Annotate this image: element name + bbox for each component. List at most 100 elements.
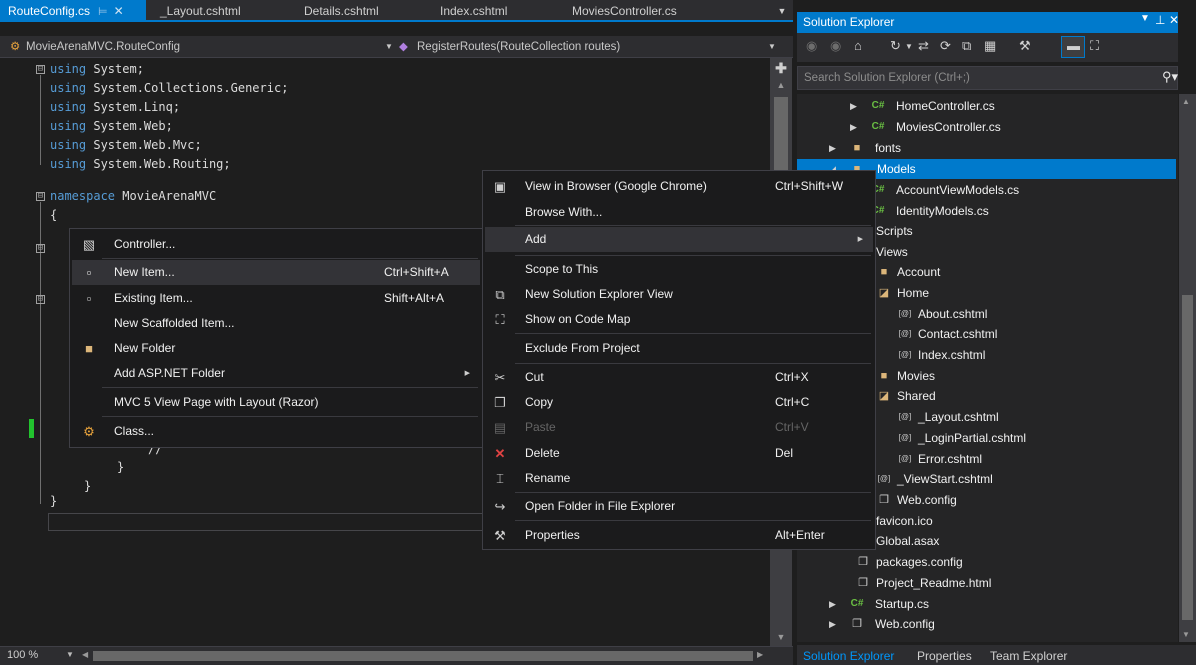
expand-icon[interactable]: ▶ [829,594,836,614]
menu-item-rename[interactable]: ⌶ Rename [485,466,873,491]
expand-icon[interactable]: ▶ [829,614,836,634]
tree-item[interactable]: C# IdentityModels.cs [850,201,1170,221]
member-combo[interactable]: RegisterRoutes(RouteCollection routes) [417,38,620,56]
tree-item[interactable]: Views [876,242,1170,262]
horizontal-scrollbar-thumb[interactable] [93,651,753,661]
tab-label: Index.cshtml [440,4,508,18]
tree-item[interactable]: [@] _ViewStart.cshtml [876,469,1170,489]
scroll-left-icon[interactable]: ◀ [82,650,88,659]
tree-item[interactable]: ▶ ■ fonts [829,138,1170,158]
home-icon[interactable]: ⌂ [854,38,862,53]
scroll-right-icon[interactable]: ▶ [757,650,763,659]
pin-icon[interactable]: ⊥ [1155,13,1165,27]
split-window-icon[interactable]: ✚ [770,60,792,77]
pending-changes-icon[interactable]: ⇄ [918,38,929,54]
menu-item-cut[interactable]: ✂ Cut Ctrl+X [485,365,873,390]
collapse-all-icon[interactable]: ⧉ [962,38,971,54]
menu-item-new-scaffolded-item[interactable]: New Scaffolded Item... [72,311,480,336]
tab-routeconfig[interactable]: RouteConfig.cs ⊨ ✕ [0,0,146,22]
tab-properties[interactable]: Properties [917,649,972,663]
scroll-down-icon[interactable]: ▼ [770,632,792,642]
tree-item[interactable]: Scripts [876,221,1170,241]
tree-item[interactable]: [@] About.cshtml [897,304,1170,324]
tree-item[interactable]: [@] Error.cshtml [897,449,1170,469]
refresh-icon[interactable]: ⟳ [940,38,951,54]
tree-item[interactable]: ■ Movies [876,366,1170,386]
chevron-down-icon[interactable]: ▼ [905,42,913,51]
tree-item[interactable]: ▶ C# HomeController.cs [850,96,1170,116]
menu-item-controller[interactable]: ▧ Controller... [72,232,480,257]
back-icon[interactable]: ◉ [806,38,817,54]
tab-index[interactable]: Index.cshtml [432,0,507,22]
code-map-icon[interactable]: ⛶ [1090,38,1099,54]
tree-item[interactable]: C# AccountViewModels.cs [850,180,1170,200]
tree-item[interactable]: ◪ Shared [876,386,1170,406]
tree-item[interactable]: ◪ Home [876,283,1170,303]
menu-item-add[interactable]: Add ▶ [485,227,873,252]
menu-item-show-on-code-map[interactable]: ⛶ Show on Code Map [485,307,873,332]
expand-icon[interactable]: ▶ [850,96,857,116]
tab-team-explorer[interactable]: Team Explorer [990,649,1067,663]
preview-icon[interactable]: ▬ [1067,38,1080,53]
menu-item-new-solution-explorer-view[interactable]: ⧉ New Solution Explorer View [485,282,873,307]
tree-item[interactable]: ■ Account [876,262,1170,282]
expand-icon[interactable]: ▶ [829,138,836,158]
search-input[interactable]: Search Solution Explorer (Ctrl+;) [804,72,970,84]
menu-item-exclude-from-project[interactable]: Exclude From Project [485,336,873,361]
menu-item-add-aspnet-folder[interactable]: Add ASP.NET Folder ▶ [72,361,480,386]
menu-item-class[interactable]: ⚙ Class... [72,419,480,444]
chevron-down-icon[interactable]: ▼ [385,38,393,56]
scrollbar-thumb[interactable] [774,97,788,175]
menu-item-browse-with[interactable]: Browse With... [485,200,873,225]
tab-details[interactable]: Details.cshtml [296,0,379,22]
menu-item-delete[interactable]: ✕ Delete Del [485,441,873,466]
collapse-icon[interactable]: ⊟ [36,244,45,253]
menu-item-mvc5-view-page[interactable]: MVC 5 View Page with Layout (Razor) [72,390,480,415]
menu-item-properties[interactable]: ⚒ Properties Alt+Enter [485,523,873,548]
wrench-icon[interactable]: ⚒ [1019,38,1031,54]
tab-moviescontroller[interactable]: MoviesController.cs [564,0,677,22]
tab-solution-explorer[interactable]: Solution Explorer [803,649,894,663]
close-icon[interactable]: ✕ [114,4,124,18]
pin-icon[interactable]: ⊨ [98,6,108,18]
scroll-up-icon[interactable]: ▲ [1182,97,1190,106]
tree-item[interactable]: ❐ Web.config [876,490,1170,510]
forward-icon[interactable]: ◉ [830,38,841,54]
scroll-down-icon[interactable]: ▼ [1182,630,1190,639]
chevron-down-icon[interactable]: ▼ [774,0,790,22]
scrollbar-thumb[interactable] [1182,295,1193,620]
tree-item[interactable]: favicon.ico [876,511,1170,531]
zoom-level[interactable]: 100 % [7,649,38,661]
collapse-icon[interactable]: ⊟ [36,295,45,304]
search-icon[interactable]: ⚲▾ [1162,69,1178,85]
menu-item-scope-to-this[interactable]: Scope to This [485,257,873,282]
menu-item-new-folder[interactable]: ■ New Folder [72,336,480,361]
window-position-icon[interactable]: ▼ [1140,13,1150,24]
collapse-icon[interactable]: ⊟ [36,192,45,201]
chevron-down-icon[interactable]: ▼ [768,38,776,56]
menu-item-new-item[interactable]: ▫ New Item... Ctrl+Shift+A [72,260,480,285]
class-combo[interactable]: MovieArenaMVC.RouteConfig [26,38,180,56]
tree-item[interactable]: [@] Contact.cshtml [897,324,1170,344]
menu-item-open-folder[interactable]: ↪ Open Folder in File Explorer [485,494,873,519]
close-icon[interactable]: ✕ [1169,13,1179,27]
tree-item[interactable]: ❐ packages.config [855,552,1170,572]
expand-icon[interactable]: ▶ [850,117,857,137]
sync-icon[interactable]: ↻ [890,38,901,54]
tree-item[interactable]: [@] _Layout.cshtml [897,407,1170,427]
tree-item[interactable]: ▶ C# MoviesController.cs [850,117,1170,137]
tree-item[interactable]: ❐ Project_Readme.html [855,573,1170,593]
tree-item[interactable]: [@] _LoginPartial.cshtml [897,428,1170,448]
scroll-up-icon[interactable]: ▲ [770,80,792,90]
menu-item-copy[interactable]: ❐ Copy Ctrl+C [485,390,873,415]
tree-item[interactable]: ▶ ❐ Web.config [829,614,1170,634]
tab-layout[interactable]: _Layout.cshtml [152,0,241,22]
chevron-down-icon[interactable]: ▼ [66,650,74,659]
tree-item[interactable]: ▶ C# Startup.cs [829,594,1170,614]
show-all-files-icon[interactable]: ▦ [984,38,996,54]
menu-item-existing-item[interactable]: ▫ Existing Item... Shift+Alt+A [72,286,480,311]
tree-item[interactable]: Global.asax [876,531,1170,551]
tree-item[interactable]: [@] Index.cshtml [897,345,1170,365]
menu-item-view-in-browser[interactable]: ▣ View in Browser (Google Chrome) Ctrl+Shi… [485,174,873,199]
collapse-icon[interactable]: ⊟ [36,65,45,74]
